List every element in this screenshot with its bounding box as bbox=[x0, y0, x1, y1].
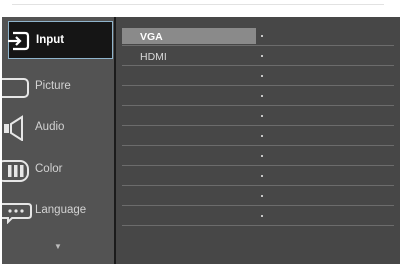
divider bbox=[122, 225, 394, 226]
menu-item-input[interactable]: Input bbox=[8, 21, 113, 59]
menu-item-picture[interactable]: Picture bbox=[2, 68, 114, 106]
divider bbox=[122, 85, 394, 86]
option-empty[interactable] bbox=[122, 67, 394, 86]
option-dot bbox=[261, 175, 263, 177]
option-empty[interactable] bbox=[122, 87, 394, 106]
menu-item-label: Color bbox=[35, 163, 63, 175]
menu-item-label: Picture bbox=[35, 80, 71, 92]
color-icon bbox=[2, 160, 29, 182]
divider bbox=[122, 125, 394, 126]
submenu: VGA HDMI bbox=[116, 17, 400, 264]
option-empty[interactable] bbox=[122, 147, 394, 166]
menu-item-label: Audio bbox=[35, 121, 65, 133]
option-hdmi[interactable]: HDMI bbox=[122, 47, 394, 66]
osd-menu: Input Picture Audio Color Language ▼ VGA… bbox=[2, 17, 400, 264]
menu-item-language[interactable]: Language bbox=[2, 192, 114, 230]
divider bbox=[122, 185, 394, 186]
divider bbox=[122, 165, 394, 166]
menu-item-color[interactable]: Color bbox=[2, 151, 114, 189]
divider bbox=[122, 205, 394, 206]
chevron-down-icon[interactable]: ▼ bbox=[2, 239, 114, 253]
divider bbox=[122, 105, 394, 106]
audio-icon bbox=[4, 115, 23, 141]
option-label: VGA bbox=[140, 31, 163, 43]
main-menu: Input Picture Audio Color Language ▼ bbox=[2, 17, 114, 264]
option-empty[interactable] bbox=[122, 127, 394, 146]
option-dot bbox=[261, 115, 263, 117]
picture-icon bbox=[2, 78, 29, 98]
divider bbox=[122, 145, 394, 146]
menu-item-audio[interactable]: Audio bbox=[2, 109, 114, 147]
divider bbox=[122, 45, 394, 46]
menu-item-label: Input bbox=[36, 34, 65, 46]
option-label: HDMI bbox=[140, 51, 167, 63]
option-empty[interactable] bbox=[122, 107, 394, 126]
option-empty[interactable] bbox=[122, 187, 394, 206]
top-divider bbox=[12, 4, 384, 5]
option-dot bbox=[261, 95, 263, 97]
input-icon bbox=[8, 31, 30, 51]
option-dot bbox=[261, 195, 263, 197]
language-icon bbox=[2, 203, 32, 224]
option-dot bbox=[261, 75, 263, 77]
menu-item-label: Language bbox=[35, 204, 87, 216]
option-dot bbox=[261, 35, 263, 37]
divider bbox=[122, 65, 394, 66]
option-dot bbox=[261, 135, 263, 137]
option-empty[interactable] bbox=[122, 207, 394, 226]
option-dot bbox=[261, 55, 263, 57]
option-dot bbox=[261, 155, 263, 157]
option-vga[interactable]: VGA bbox=[122, 27, 394, 46]
option-empty[interactable] bbox=[122, 167, 394, 186]
option-dot bbox=[261, 215, 263, 217]
